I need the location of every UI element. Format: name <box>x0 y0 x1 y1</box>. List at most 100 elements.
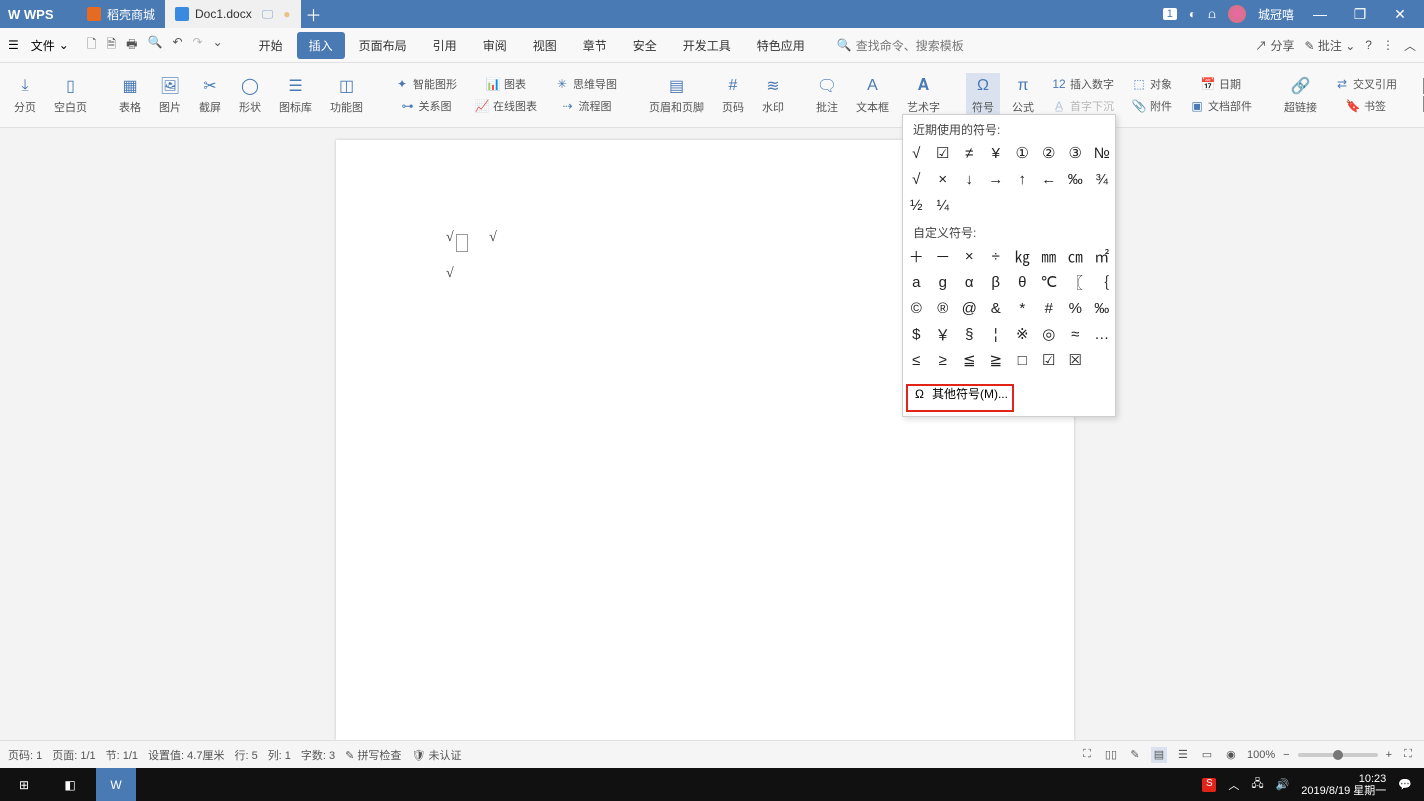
symbol-cell[interactable]: ｛ <box>1089 269 1116 295</box>
picture-button[interactable]: 🖼图片 <box>153 73 187 117</box>
more-symbols-button[interactable]: Ω 其他符号(M)... <box>903 377 1115 410</box>
symbol-cell[interactable]: θ <box>1009 269 1036 295</box>
status-line[interactable]: 行: 5 <box>234 747 257 763</box>
status-spell[interactable]: ✎ 拼写检查 <box>345 747 401 763</box>
symbol-cell[interactable]: g <box>930 269 957 295</box>
smart-graphics-button[interactable]: ✦智能图形 <box>389 74 463 94</box>
tab-doc1[interactable]: Doc1.docx 🖵 ● <box>165 0 301 28</box>
zoom-slider[interactable] <box>1298 753 1378 757</box>
bookmark-button[interactable]: 🔖书签 <box>1329 96 1403 116</box>
symbol-cell[interactable]: © <box>903 295 930 321</box>
symbol-cell[interactable]: ↑ <box>1009 166 1036 192</box>
taskbar-clock[interactable]: 10:23 2019/8/19 星期一 <box>1301 773 1386 797</box>
symbol-cell[interactable]: a <box>903 269 930 295</box>
status-cert[interactable]: 🛡 未认证 <box>411 747 461 763</box>
app-logo[interactable]: W WPS <box>0 0 77 28</box>
symbol-cell[interactable]: ◎ <box>1036 321 1063 347</box>
cross-ref-button[interactable]: ⇄交叉引用 <box>1329 74 1403 94</box>
tab-security[interactable]: 安全 <box>621 32 669 59</box>
symbol-cell[interactable]: … <box>1089 321 1116 347</box>
avatar[interactable] <box>1228 5 1246 23</box>
symbol-cell[interactable]: ☒ <box>1062 347 1089 373</box>
comment-button[interactable]: 🗨批注 <box>810 73 844 117</box>
symbol-cell[interactable]: □ <box>1009 347 1036 373</box>
equation-button[interactable]: π公式 <box>1006 73 1040 117</box>
page-number-button[interactable]: #页码 <box>716 73 750 117</box>
symbol-cell[interactable]: ☑ <box>930 140 957 166</box>
zoom-value[interactable]: 100% <box>1247 749 1275 761</box>
symbol-cell[interactable]: ↓ <box>956 166 983 192</box>
tab-start[interactable]: 开始 <box>247 32 295 59</box>
table-button[interactable]: ▦表格 <box>113 73 147 117</box>
date-button[interactable]: 📅日期 <box>1184 74 1258 94</box>
web-layout-icon[interactable]: ▭ <box>1199 747 1215 763</box>
symbol-cell[interactable]: ≧ <box>983 347 1010 373</box>
command-search[interactable]: 🔍 查找命令、搜索模板 <box>837 37 964 54</box>
zoom-in-btn[interactable]: + <box>1386 749 1392 761</box>
symbol-cell[interactable]: ㎡ <box>1089 243 1116 269</box>
undo-icon[interactable]: ↶ <box>172 35 182 56</box>
fit-icon[interactable]: ⛶ <box>1400 747 1416 763</box>
tab-docer[interactable]: 稻壳商城 <box>77 0 165 28</box>
symbol-cell[interactable]: ③ <box>1062 140 1089 166</box>
symbol-cell[interactable]: ② <box>1036 140 1063 166</box>
share-button[interactable]: ↗ 分享 <box>1255 37 1294 54</box>
maximize-button[interactable]: ❐ <box>1346 6 1374 23</box>
symbol-cell[interactable]: － <box>930 243 957 269</box>
symbol-cell[interactable]: ‰ <box>1089 295 1116 321</box>
symbol-cell[interactable]: √ <box>903 166 930 192</box>
symbol-cell[interactable]: → <box>983 166 1010 192</box>
print-preview-icon[interactable]: 🗎 <box>107 35 117 56</box>
hamburger-icon[interactable]: ☰ <box>8 38 19 52</box>
tab-sections[interactable]: 章节 <box>571 32 619 59</box>
tab-review[interactable]: 审阅 <box>471 32 519 59</box>
chart-button[interactable]: 📊图表 <box>469 74 543 94</box>
symbol-cell[interactable]: ① <box>1009 140 1036 166</box>
flowchart-button[interactable]: ⇢流程图 <box>549 96 623 116</box>
watermark-button[interactable]: ≋水印 <box>756 73 790 117</box>
outline-icon[interactable]: ☰ <box>1175 747 1191 763</box>
tab-insert[interactable]: 插入 <box>297 32 345 59</box>
screenshot-button[interactable]: ✂截屏 <box>193 73 227 117</box>
print-layout-icon[interactable]: ▤ <box>1151 747 1167 763</box>
attachment-button[interactable]: 📎附件 <box>1126 96 1178 116</box>
qa-more-icon[interactable]: ⌄ <box>213 35 223 56</box>
symbol-cell[interactable]: ¼ <box>930 192 957 218</box>
symbol-cell[interactable]: & <box>983 295 1010 321</box>
approve-button[interactable]: ✎ 批注 ⌄ <box>1305 37 1356 54</box>
notification-badge[interactable]: 1 <box>1163 8 1177 20</box>
symbol-cell[interactable]: 〖 <box>1062 269 1089 295</box>
minimize-button[interactable]: — <box>1306 6 1334 22</box>
file-menu[interactable]: 文件 ⌄ <box>23 35 77 56</box>
symbol-cell[interactable]: § <box>956 321 983 347</box>
tab-references[interactable]: 引用 <box>421 32 469 59</box>
taskbar-wps[interactable]: W <box>96 768 136 801</box>
symbol-cell[interactable]: ¥ <box>983 140 1010 166</box>
view-mode-icon[interactable]: ◉ <box>1223 747 1239 763</box>
online-chart-button[interactable]: 📈在线图表 <box>469 96 543 116</box>
symbol-cell[interactable]: ≥ <box>930 347 957 373</box>
symbol-cell[interactable]: × <box>930 166 957 192</box>
status-chars[interactable]: 字数: 3 <box>301 747 335 763</box>
print-icon[interactable]: 🖶 <box>126 35 137 56</box>
textbox-button[interactable]: A文本框 <box>850 73 895 117</box>
symbol-cell[interactable]: ㎜ <box>1036 243 1063 269</box>
symbol-cell[interactable]: ≠ <box>956 140 983 166</box>
doc-parts-button[interactable]: ▣文档部件 <box>1184 96 1258 116</box>
symbol-cell[interactable]: ≈ <box>1062 321 1089 347</box>
shapes-button[interactable]: ◯形状 <box>233 73 267 117</box>
status-page-no[interactable]: 页码: 1 <box>8 747 42 763</box>
help-icon[interactable]: ? <box>1365 38 1372 52</box>
symbol-button[interactable]: Ω符号 <box>966 73 1000 117</box>
symbol-cell[interactable]: ¾ <box>1089 166 1116 192</box>
symbol-cell[interactable]: ® <box>930 295 957 321</box>
symbol-cell[interactable]: ☑ <box>1036 347 1063 373</box>
symbol-cell[interactable]: * <box>1009 295 1036 321</box>
symbol-cell[interactable]: ㎝ <box>1062 243 1089 269</box>
ime-icon[interactable]: S <box>1202 778 1216 792</box>
symbol-cell[interactable]: ※ <box>1009 321 1036 347</box>
symbol-cell[interactable]: $ <box>903 321 930 347</box>
symbol-cell[interactable]: ＋ <box>903 243 930 269</box>
function-chart-button[interactable]: ◫功能图 <box>324 73 369 117</box>
relation-chart-button[interactable]: ⊶关系图 <box>389 96 463 116</box>
